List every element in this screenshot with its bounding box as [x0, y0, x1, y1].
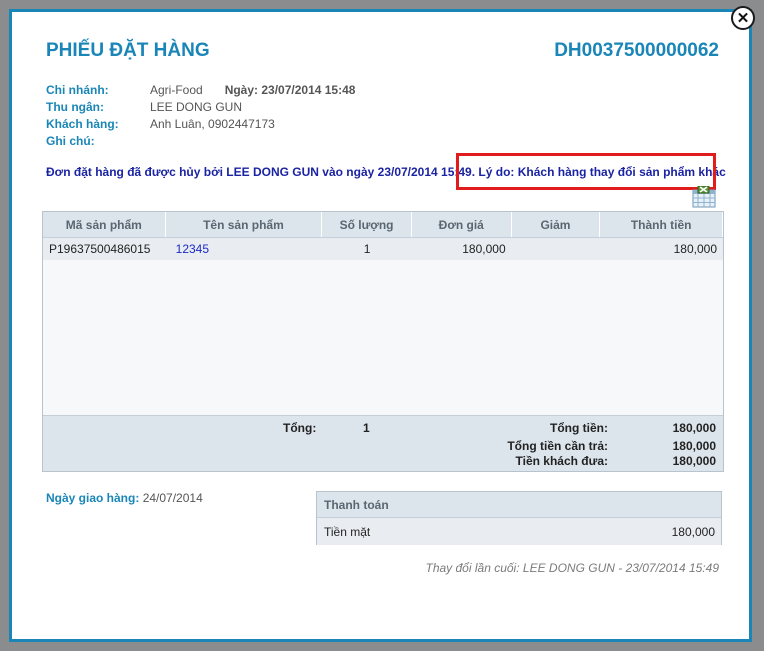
cell-amount: 180,000 [673, 242, 718, 256]
col-header-qty[interactable]: Số lượng [322, 212, 412, 237]
footer-due-value: 180,000 [672, 439, 716, 453]
order-dialog: PHIẾU ĐẶT HÀNG DH0037500000062 Chi nhánh… [9, 9, 752, 642]
footer-total-qty: 1 [363, 421, 370, 435]
payment-row: Tiền mặt 180,000 [317, 518, 721, 545]
footer-due-label: Tổng tiền cần trả: [507, 439, 608, 453]
delivery-label: Ngày giao hàng: [46, 491, 140, 505]
col-header-discount[interactable]: Giảm [512, 212, 601, 237]
cell-discount [512, 238, 601, 260]
cancel-reason-highlight [456, 153, 716, 190]
footer-total-label: Tổng: [283, 421, 317, 435]
branch-row: Chi nhánh: Agri-Food Ngày: 23/07/2014 15:4… [46, 83, 355, 97]
payment-table: Thanh toán Tiền mặt 180,000 [316, 491, 722, 545]
footer-sum-value: 180,000 [672, 421, 716, 435]
note-label: Ghi chú: [46, 134, 95, 148]
cell-product-link[interactable]: 12345 [166, 238, 323, 260]
cell-qty: 1 [363, 242, 371, 256]
col-header-price[interactable]: Đơn giá [412, 212, 512, 237]
cashier-row: Thu ngân: LEE DONG GUN [46, 100, 242, 114]
last-change-note: Thay đổi lần cuối: LEE DONG GUN - 23/07/… [425, 561, 720, 575]
footer-paid-label: Tiền khách đưa: [515, 454, 609, 468]
delivery-date: Ngày giao hàng: 24/07/2014 [46, 491, 203, 505]
order-code: DH0037500000062 [554, 40, 719, 61]
table-row[interactable]: P19637500486015 12345 1 180,000 180,000 [43, 238, 723, 260]
col-header-code[interactable]: Mã sản phẩm [43, 212, 166, 237]
payment-header: Thanh toán [317, 492, 721, 518]
branch-value: Agri-Food [150, 83, 203, 97]
table-footer: Tổng: 1 Tổng tiền: 180,000 Tổng tiền cần… [43, 415, 723, 471]
payment-amount: 180,000 [671, 524, 715, 539]
footer-paid-value: 180,000 [672, 454, 716, 468]
customer-value: Anh Luân, 0902447173 [150, 117, 275, 131]
delivery-value: 24/07/2014 [142, 491, 203, 505]
order-date: Ngày: 23/07/2014 15:48 [224, 83, 356, 97]
cashier-label: Thu ngân: [46, 100, 104, 114]
cashier-value: LEE DONG GUN [150, 100, 243, 114]
dialog-title: PHIẾU ĐẶT HÀNG [46, 40, 210, 61]
calendar-icon[interactable] [692, 185, 716, 208]
customer-label: Khách hàng: [46, 117, 119, 131]
branch-label: Chi nhánh: [46, 83, 109, 97]
close-icon[interactable]: ✕ [731, 6, 755, 30]
col-header-amount[interactable]: Thành tiền [600, 212, 723, 237]
cell-code: P19637500486015 [49, 242, 151, 256]
cell-price: 180,000 [462, 242, 506, 256]
customer-row: Khách hàng: Anh Luân, 0902447173 [46, 117, 275, 131]
order-items-table: Mã sản phẩm Tên sản phẩm Số lượng Đơn gi… [42, 211, 724, 472]
note-row: Ghi chú: [46, 134, 150, 148]
payment-method: Tiền mặt [324, 524, 371, 539]
col-header-name[interactable]: Tên sản phẩm [166, 212, 323, 237]
table-header: Mã sản phẩm Tên sản phẩm Số lượng Đơn gi… [43, 212, 723, 238]
footer-sum-label: Tổng tiền: [550, 421, 608, 435]
